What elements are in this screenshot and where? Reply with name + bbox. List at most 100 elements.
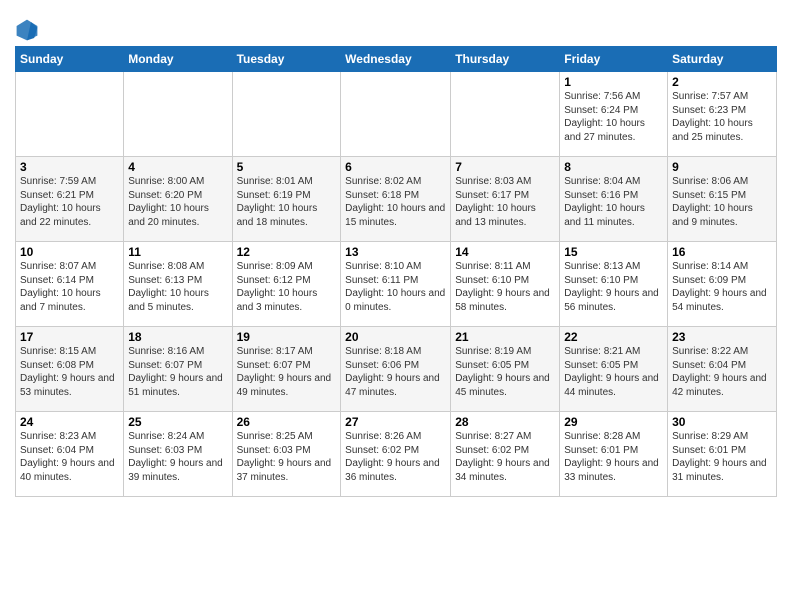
day-number: 18 <box>128 330 227 344</box>
calendar-cell: 25Sunrise: 8:24 AM Sunset: 6:03 PM Dayli… <box>124 412 232 497</box>
calendar-cell: 15Sunrise: 8:13 AM Sunset: 6:10 PM Dayli… <box>560 242 668 327</box>
day-info: Sunrise: 8:19 AM Sunset: 6:05 PM Dayligh… <box>455 345 555 399</box>
calendar-header-friday: Friday <box>560 47 668 72</box>
calendar-cell <box>451 72 560 157</box>
calendar-week-1: 1Sunrise: 7:56 AM Sunset: 6:24 PM Daylig… <box>16 72 777 157</box>
calendar-cell: 4Sunrise: 8:00 AM Sunset: 6:20 PM Daylig… <box>124 157 232 242</box>
day-number: 19 <box>237 330 337 344</box>
day-info: Sunrise: 8:14 AM Sunset: 6:09 PM Dayligh… <box>672 260 772 314</box>
calendar-header-tuesday: Tuesday <box>232 47 341 72</box>
calendar-cell: 22Sunrise: 8:21 AM Sunset: 6:05 PM Dayli… <box>560 327 668 412</box>
calendar-cell: 13Sunrise: 8:10 AM Sunset: 6:11 PM Dayli… <box>341 242 451 327</box>
day-info: Sunrise: 8:01 AM Sunset: 6:19 PM Dayligh… <box>237 175 337 229</box>
day-number: 24 <box>20 415 119 429</box>
calendar-header-thursday: Thursday <box>451 47 560 72</box>
calendar-cell: 20Sunrise: 8:18 AM Sunset: 6:06 PM Dayli… <box>341 327 451 412</box>
calendar-cell: 2Sunrise: 7:57 AM Sunset: 6:23 PM Daylig… <box>668 72 777 157</box>
day-number: 5 <box>237 160 337 174</box>
calendar-cell: 23Sunrise: 8:22 AM Sunset: 6:04 PM Dayli… <box>668 327 777 412</box>
calendar-header-row: SundayMondayTuesdayWednesdayThursdayFrid… <box>16 47 777 72</box>
day-info: Sunrise: 8:13 AM Sunset: 6:10 PM Dayligh… <box>564 260 663 314</box>
calendar-cell: 27Sunrise: 8:26 AM Sunset: 6:02 PM Dayli… <box>341 412 451 497</box>
day-number: 13 <box>345 245 446 259</box>
day-info: Sunrise: 8:07 AM Sunset: 6:14 PM Dayligh… <box>20 260 119 314</box>
day-number: 29 <box>564 415 663 429</box>
calendar-cell: 7Sunrise: 8:03 AM Sunset: 6:17 PM Daylig… <box>451 157 560 242</box>
day-number: 28 <box>455 415 555 429</box>
calendar-cell: 3Sunrise: 7:59 AM Sunset: 6:21 PM Daylig… <box>16 157 124 242</box>
calendar-week-5: 24Sunrise: 8:23 AM Sunset: 6:04 PM Dayli… <box>16 412 777 497</box>
calendar-cell: 24Sunrise: 8:23 AM Sunset: 6:04 PM Dayli… <box>16 412 124 497</box>
calendar-body: 1Sunrise: 7:56 AM Sunset: 6:24 PM Daylig… <box>16 72 777 497</box>
day-number: 6 <box>345 160 446 174</box>
day-number: 9 <box>672 160 772 174</box>
day-number: 4 <box>128 160 227 174</box>
calendar-cell: 28Sunrise: 8:27 AM Sunset: 6:02 PM Dayli… <box>451 412 560 497</box>
day-number: 7 <box>455 160 555 174</box>
day-info: Sunrise: 8:27 AM Sunset: 6:02 PM Dayligh… <box>455 430 555 484</box>
day-info: Sunrise: 8:00 AM Sunset: 6:20 PM Dayligh… <box>128 175 227 229</box>
calendar-cell <box>16 72 124 157</box>
day-info: Sunrise: 8:02 AM Sunset: 6:18 PM Dayligh… <box>345 175 446 229</box>
day-info: Sunrise: 7:56 AM Sunset: 6:24 PM Dayligh… <box>564 90 663 144</box>
calendar-cell: 1Sunrise: 7:56 AM Sunset: 6:24 PM Daylig… <box>560 72 668 157</box>
day-info: Sunrise: 7:57 AM Sunset: 6:23 PM Dayligh… <box>672 90 772 144</box>
calendar-cell <box>341 72 451 157</box>
calendar-week-3: 10Sunrise: 8:07 AM Sunset: 6:14 PM Dayli… <box>16 242 777 327</box>
day-info: Sunrise: 8:09 AM Sunset: 6:12 PM Dayligh… <box>237 260 337 314</box>
calendar-table: SundayMondayTuesdayWednesdayThursdayFrid… <box>15 46 777 497</box>
day-number: 16 <box>672 245 772 259</box>
calendar-header-wednesday: Wednesday <box>341 47 451 72</box>
calendar-cell: 5Sunrise: 8:01 AM Sunset: 6:19 PM Daylig… <box>232 157 341 242</box>
day-info: Sunrise: 8:18 AM Sunset: 6:06 PM Dayligh… <box>345 345 446 399</box>
day-number: 1 <box>564 75 663 89</box>
day-number: 17 <box>20 330 119 344</box>
day-number: 27 <box>345 415 446 429</box>
logo <box>15 18 41 42</box>
calendar-cell <box>124 72 232 157</box>
logo-icon <box>15 18 39 42</box>
calendar-cell: 6Sunrise: 8:02 AM Sunset: 6:18 PM Daylig… <box>341 157 451 242</box>
calendar-cell: 29Sunrise: 8:28 AM Sunset: 6:01 PM Dayli… <box>560 412 668 497</box>
calendar-cell: 21Sunrise: 8:19 AM Sunset: 6:05 PM Dayli… <box>451 327 560 412</box>
calendar-cell: 8Sunrise: 8:04 AM Sunset: 6:16 PM Daylig… <box>560 157 668 242</box>
day-info: Sunrise: 8:23 AM Sunset: 6:04 PM Dayligh… <box>20 430 119 484</box>
day-info: Sunrise: 8:17 AM Sunset: 6:07 PM Dayligh… <box>237 345 337 399</box>
day-number: 22 <box>564 330 663 344</box>
day-info: Sunrise: 8:16 AM Sunset: 6:07 PM Dayligh… <box>128 345 227 399</box>
calendar-cell: 14Sunrise: 8:11 AM Sunset: 6:10 PM Dayli… <box>451 242 560 327</box>
day-number: 20 <box>345 330 446 344</box>
calendar-week-2: 3Sunrise: 7:59 AM Sunset: 6:21 PM Daylig… <box>16 157 777 242</box>
day-number: 10 <box>20 245 119 259</box>
day-info: Sunrise: 8:08 AM Sunset: 6:13 PM Dayligh… <box>128 260 227 314</box>
day-info: Sunrise: 8:03 AM Sunset: 6:17 PM Dayligh… <box>455 175 555 229</box>
day-info: Sunrise: 8:10 AM Sunset: 6:11 PM Dayligh… <box>345 260 446 314</box>
day-info: Sunrise: 8:04 AM Sunset: 6:16 PM Dayligh… <box>564 175 663 229</box>
day-number: 3 <box>20 160 119 174</box>
calendar-cell: 19Sunrise: 8:17 AM Sunset: 6:07 PM Dayli… <box>232 327 341 412</box>
day-number: 14 <box>455 245 555 259</box>
day-number: 2 <box>672 75 772 89</box>
calendar-cell: 12Sunrise: 8:09 AM Sunset: 6:12 PM Dayli… <box>232 242 341 327</box>
day-number: 11 <box>128 245 227 259</box>
day-info: Sunrise: 8:24 AM Sunset: 6:03 PM Dayligh… <box>128 430 227 484</box>
page-header <box>15 10 777 42</box>
day-info: Sunrise: 8:11 AM Sunset: 6:10 PM Dayligh… <box>455 260 555 314</box>
calendar-week-4: 17Sunrise: 8:15 AM Sunset: 6:08 PM Dayli… <box>16 327 777 412</box>
calendar-cell: 11Sunrise: 8:08 AM Sunset: 6:13 PM Dayli… <box>124 242 232 327</box>
day-number: 23 <box>672 330 772 344</box>
day-info: Sunrise: 7:59 AM Sunset: 6:21 PM Dayligh… <box>20 175 119 229</box>
day-info: Sunrise: 8:21 AM Sunset: 6:05 PM Dayligh… <box>564 345 663 399</box>
day-number: 26 <box>237 415 337 429</box>
day-info: Sunrise: 8:28 AM Sunset: 6:01 PM Dayligh… <box>564 430 663 484</box>
day-info: Sunrise: 8:06 AM Sunset: 6:15 PM Dayligh… <box>672 175 772 229</box>
calendar-cell <box>232 72 341 157</box>
calendar-cell: 9Sunrise: 8:06 AM Sunset: 6:15 PM Daylig… <box>668 157 777 242</box>
day-info: Sunrise: 8:22 AM Sunset: 6:04 PM Dayligh… <box>672 345 772 399</box>
calendar-cell: 26Sunrise: 8:25 AM Sunset: 6:03 PM Dayli… <box>232 412 341 497</box>
day-info: Sunrise: 8:26 AM Sunset: 6:02 PM Dayligh… <box>345 430 446 484</box>
day-info: Sunrise: 8:15 AM Sunset: 6:08 PM Dayligh… <box>20 345 119 399</box>
day-number: 25 <box>128 415 227 429</box>
calendar-cell: 16Sunrise: 8:14 AM Sunset: 6:09 PM Dayli… <box>668 242 777 327</box>
day-number: 12 <box>237 245 337 259</box>
